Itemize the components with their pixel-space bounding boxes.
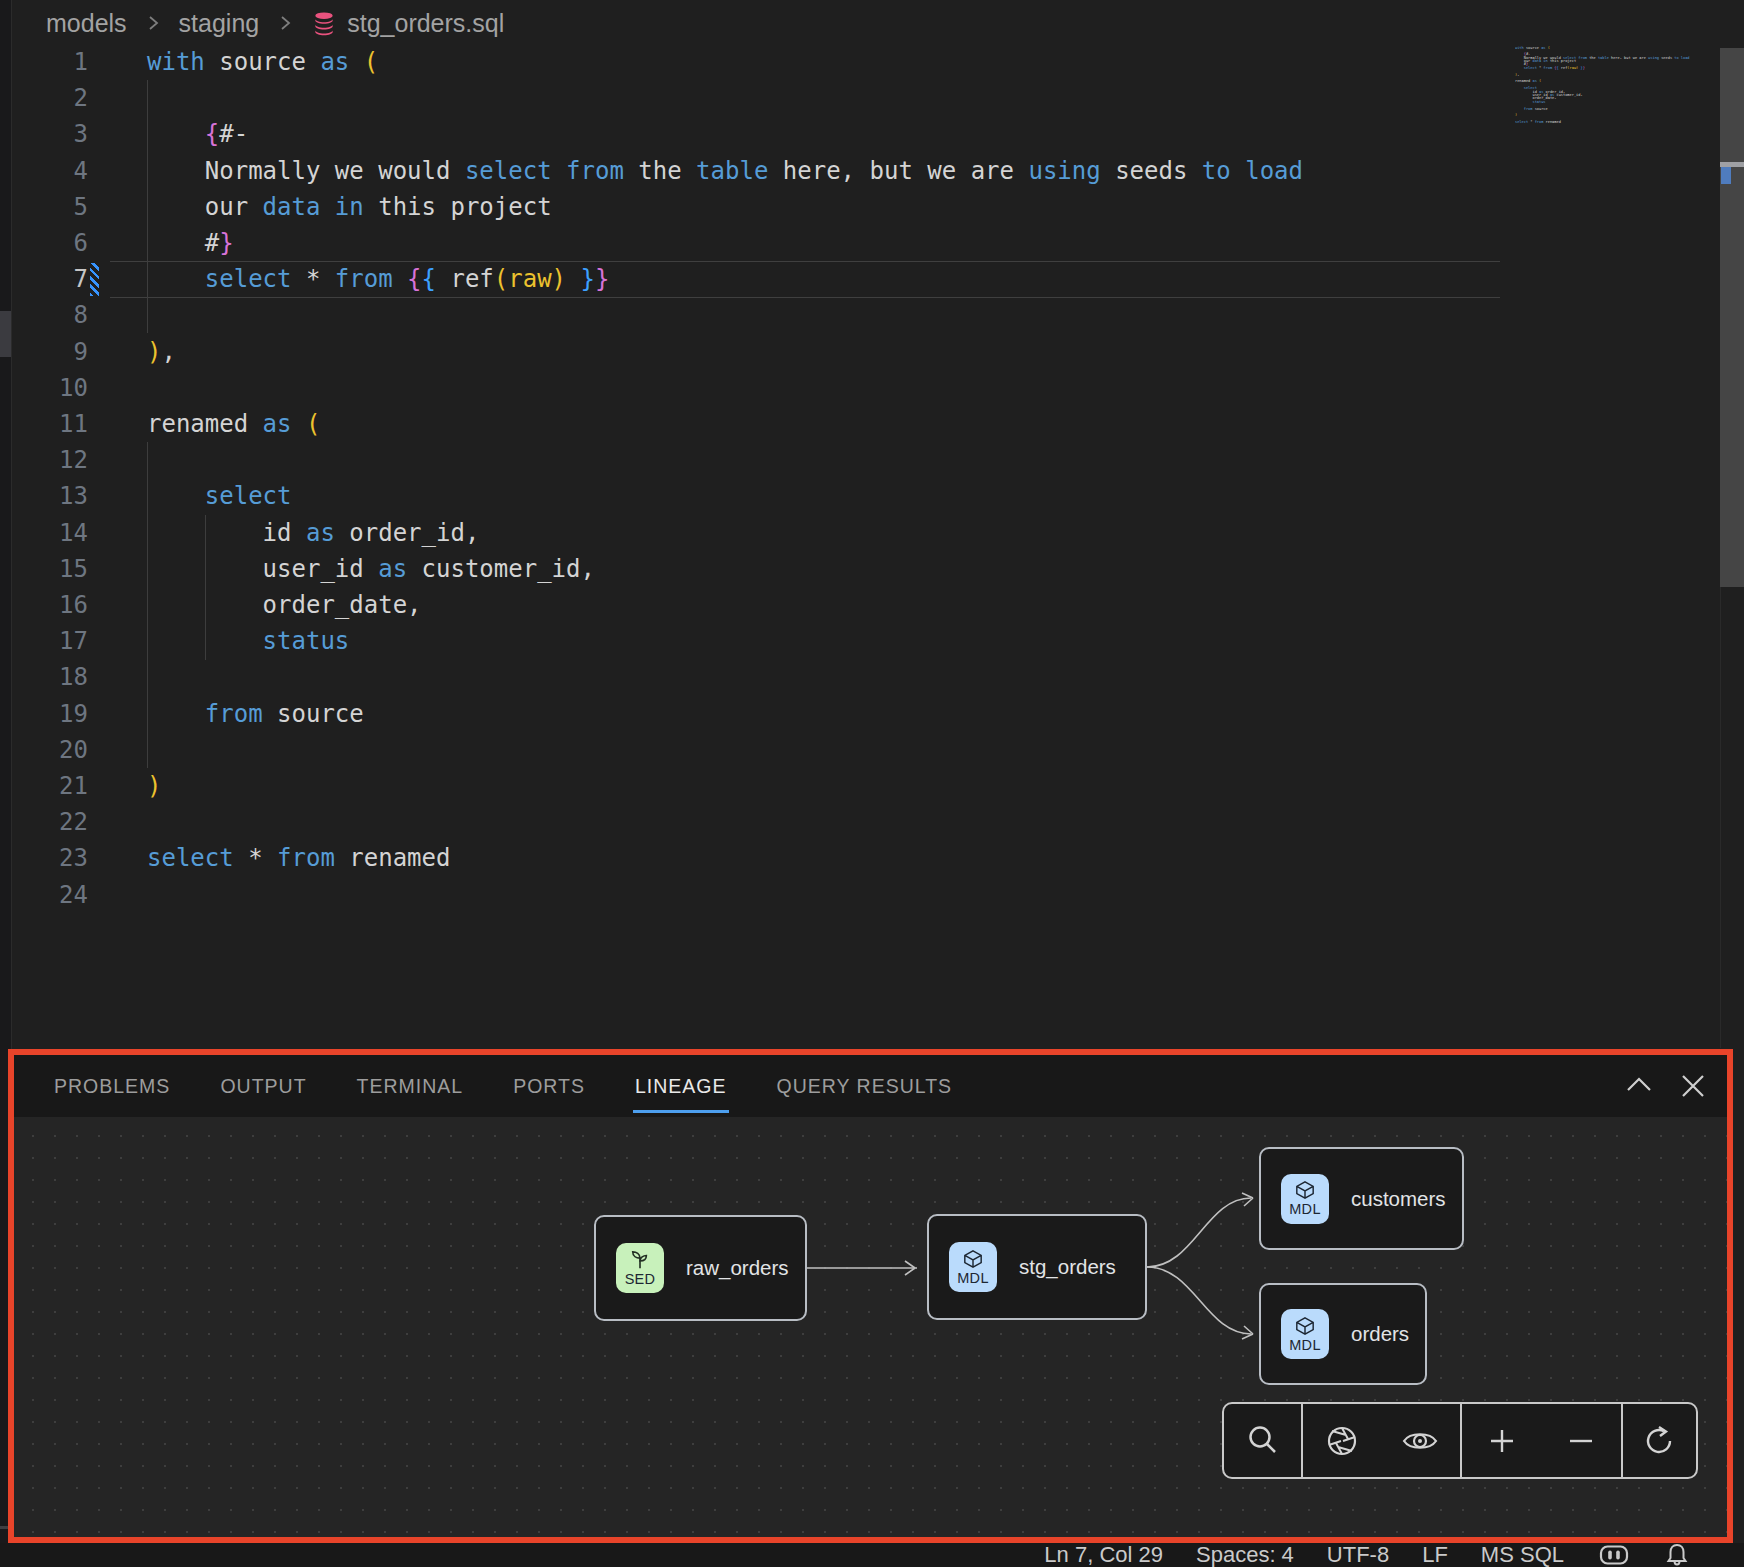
search-icon[interactable] [1244,1422,1282,1460]
code-line: order_date, [147,587,1303,623]
refresh-icon[interactable] [1642,1423,1678,1459]
scrollbar-modified-marker [1721,167,1731,184]
status-indentation[interactable]: Spaces: 4 [1196,1542,1294,1567]
status-eol[interactable]: LF [1422,1542,1448,1567]
panel-tab-problems[interactable]: PROBLEMS [54,1075,170,1098]
lineage-node-customers[interactable]: MDL customers [1259,1147,1464,1250]
code-line: renamed as ( [147,406,1303,442]
code-line [147,442,1303,478]
lineage-node-stg-orders[interactable]: MDL stg_orders [927,1214,1147,1320]
code-line: {#- [147,116,1303,152]
cube-icon [1294,1180,1316,1200]
cube-icon [962,1249,984,1269]
code-line [147,80,1303,116]
panel-tab-query-results[interactable]: QUERY RESULTS [777,1075,953,1098]
copilot-icon[interactable] [1597,1542,1631,1567]
breadcrumb-item-models[interactable]: models [46,9,127,38]
code-line: #} [147,225,1303,261]
code-line: with source as ( [147,44,1303,80]
lineage-node-orders[interactable]: MDL orders [1259,1283,1427,1385]
aperture-icon[interactable] [1324,1423,1360,1459]
model-badge: MDL [949,1242,997,1292]
minimap[interactable]: with source as ( {#- Normally we would s… [1515,46,1690,127]
code-line: status [147,623,1303,659]
code-line [1515,124,1690,127]
seedling-icon [629,1250,651,1270]
eye-icon[interactable] [1401,1426,1439,1456]
chevron-right-icon [275,13,295,33]
panel-tab-output[interactable]: OUTPUT [220,1075,306,1098]
code-line [147,732,1303,768]
breadcrumb-item-file[interactable]: stg_orders.sql [311,9,504,38]
lineage-canvas[interactable]: SED raw_orders MDL stg_orders [14,1117,1727,1537]
panel-tab-ports[interactable]: PORTS [513,1075,585,1098]
code-line: Normally we would select from the table … [147,153,1303,189]
chevron-right-icon [143,13,163,33]
database-icon [311,10,337,36]
status-bar: Ln 7, Col 29 Spaces: 4 UTF-8 LF MS SQL [0,1543,1744,1567]
model-badge: MDL [1281,1174,1329,1224]
gutter-modified-marker [90,263,99,296]
code-line [147,659,1303,695]
editor-scrollbar[interactable] [1720,48,1744,587]
chevron-up-icon[interactable] [1623,1070,1655,1102]
line-numbers: 123456789101112131415161718192021222324 [0,44,88,913]
zoom-in-icon[interactable] [1485,1424,1519,1458]
vscode-window: models staging stg_orders.sql 1234567891… [0,0,1744,1567]
cube-icon [1294,1316,1316,1336]
model-badge: MDL [1281,1309,1329,1359]
status-cursor-position[interactable]: Ln 7, Col 29 [1044,1542,1163,1567]
panel-tab-lineage[interactable]: LINEAGE [635,1075,727,1098]
panel-tab-bar: PROBLEMS OUTPUT TERMINAL PORTS LINEAGE QUERY … [14,1055,1727,1117]
zoom-out-icon[interactable] [1564,1424,1598,1458]
close-panel-icon[interactable] [1677,1070,1709,1102]
panel-tab-terminal[interactable]: TERMINAL [357,1075,464,1098]
code-line [147,877,1303,913]
bottom-panel: PROBLEMS OUTPUT TERMINAL PORTS LINEAGE QUERY … [8,1049,1733,1543]
code-line: ) [147,768,1303,804]
code-line: user_id as customer_id, [147,551,1303,587]
code-line: ), [147,334,1303,370]
status-encoding[interactable]: UTF-8 [1327,1542,1389,1567]
code-line: select * from renamed [147,840,1303,876]
code-line: select [147,478,1303,514]
code-line [147,370,1303,406]
bell-icon[interactable] [1664,1542,1690,1567]
seed-badge: SED [616,1243,664,1293]
breadcrumb-item-staging[interactable]: staging [179,9,260,38]
code-line: our data in this project [147,189,1303,225]
code-line: from source [147,696,1303,732]
lineage-toolbar [1222,1402,1698,1479]
lineage-node-raw-orders[interactable]: SED raw_orders [594,1215,807,1321]
breadcrumb: models staging stg_orders.sql [46,6,504,40]
code-line: id as order_id, [147,515,1303,551]
code-line [147,297,1303,333]
code-line [147,804,1303,840]
status-language[interactable]: MS SQL [1481,1542,1564,1567]
code-line: select * from {{ ref(raw) }} [147,261,1303,297]
code-editor[interactable]: with source as ( {#- Normally we would s… [147,44,1303,913]
